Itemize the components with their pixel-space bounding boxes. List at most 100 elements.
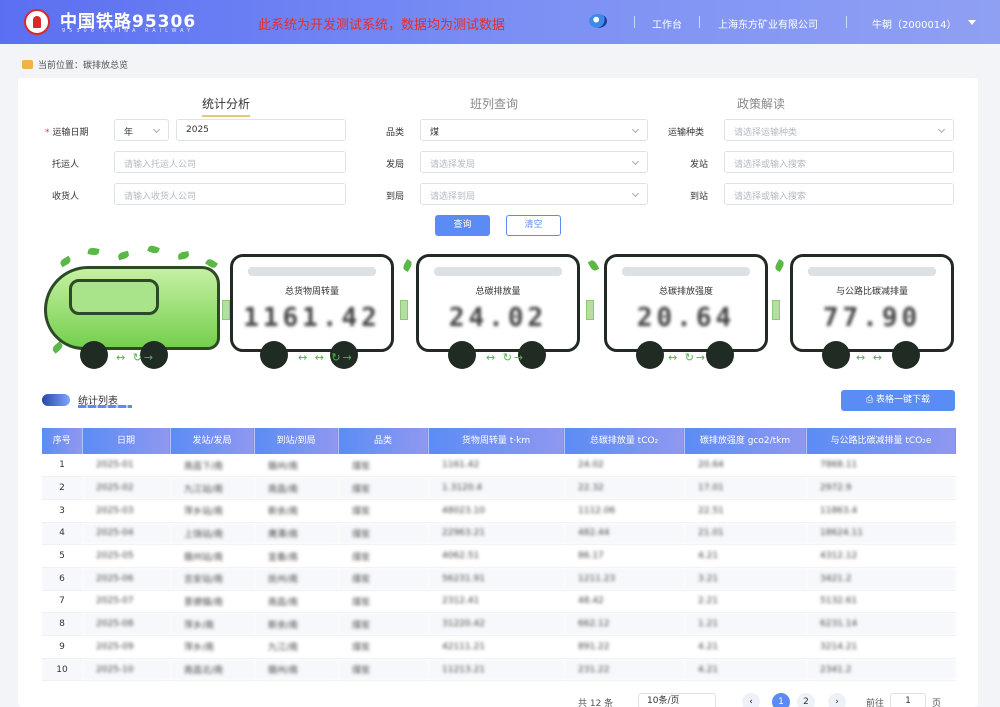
table-cell: 赣州/南 — [254, 454, 338, 478]
leaf-icon — [147, 244, 160, 255]
table-cell: 九江站/南 — [170, 476, 254, 500]
table-cell: 4312.12 — [806, 544, 956, 568]
chevron-down-icon[interactable] — [968, 20, 976, 25]
table-cell: 1.3120.4 — [428, 476, 564, 500]
header-divider — [846, 16, 847, 28]
prev-page-button[interactable]: ‹ — [742, 693, 760, 707]
page-button[interactable]: 1 — [772, 693, 790, 707]
from-station-input[interactable]: 请选择或输入搜索 — [724, 151, 954, 173]
table-cell: 新余/南 — [254, 612, 338, 636]
table-cell: 48023.10 — [428, 499, 564, 523]
locomotive — [44, 266, 220, 350]
to-station-label: 到站 — [690, 192, 709, 202]
to-station-input[interactable]: 请选择或输入搜索 — [724, 183, 954, 205]
table-cell: 8 — [42, 612, 82, 636]
to-bureau-select[interactable]: 请选择到局 — [420, 183, 648, 205]
column-header: 发站/发局 — [170, 428, 255, 454]
track-arrows-icon: ↔ ↻→ — [486, 351, 526, 364]
transport-type-select[interactable]: 请选择运输种类 — [724, 119, 954, 141]
stat-value: 24.02 — [448, 303, 548, 333]
stat-title: 总碳排放强度 — [658, 287, 713, 297]
column-header: 到站/到局 — [254, 428, 339, 454]
consignee-input[interactable]: 请输入收货人公司 — [114, 183, 346, 205]
next-page-button[interactable]: › — [828, 693, 846, 707]
table-cell: 24.02 — [564, 454, 684, 478]
breadcrumb: 当前位置：碳排放总览 — [22, 58, 128, 71]
table-cell: 吉安站/南 — [170, 567, 254, 591]
table-cell: 煤炭 — [338, 658, 428, 682]
table-cell: 煤炭 — [338, 612, 428, 636]
table-cell: 九江/南 — [254, 635, 338, 659]
table-row[interactable]: 3 2025-03 萍乡站/南 新余/南 煤炭 48023.10 1112.06 22.51 1… — [42, 499, 956, 523]
table-row[interactable]: 5 2025-05 赣州站/南 宜春/南 煤炭 4062.51 86.17 4.21 4312.… — [42, 544, 956, 568]
company-link[interactable]: 上海东方矿业有限公司 — [718, 16, 818, 31]
date-unit-select[interactable]: 年 — [114, 119, 169, 141]
tab-train-query[interactable]: 班列查询 — [470, 95, 518, 112]
table-row[interactable]: 1 2025-01 南昌下/南 赣州/南 煤炭 1161.42 24.02 20.64 7868… — [42, 454, 956, 478]
table-cell: 6231.14 — [806, 612, 956, 636]
table-cell: 2025-02 — [82, 476, 170, 500]
globe-icon — [589, 14, 607, 28]
table-cell: 南昌下/南 — [170, 454, 254, 478]
column-header: 总碳排放量 tCO₂ — [564, 428, 685, 454]
column-header: 与公路比碳减排量 tCO₂e — [806, 428, 957, 454]
breadcrumb-label: 当前位置： — [38, 61, 84, 71]
table-cell: 上饶站/南 — [170, 522, 254, 546]
home-icon — [22, 60, 33, 69]
stat-value: 1161.42 — [243, 303, 381, 333]
table-row[interactable]: 9 2025-09 萍乡/南 九江/南 煤炭 42111.21 891.22 4.21 3214… — [42, 635, 956, 659]
consignor-input[interactable]: 请输入托运人公司 — [114, 151, 346, 173]
table-cell: 1161.42 — [428, 454, 564, 478]
locomotive-window — [69, 279, 159, 315]
breadcrumb-current: 碳排放总览 — [83, 61, 129, 71]
table-cell: 2312.41 — [428, 590, 564, 614]
user-menu[interactable]: 牛朝（2000014） — [872, 16, 957, 31]
table-cell: 3421.2 — [806, 567, 956, 591]
table-cell: 抚州/南 — [254, 567, 338, 591]
table-cell: 11863.4 — [806, 499, 956, 523]
table-row[interactable]: 10 2025-10 南昌北/南 赣州/南 煤炭 11213.21 231.22 4.21 23… — [42, 658, 956, 682]
table-cell: 赣州站/南 — [170, 544, 254, 568]
page-size-select[interactable]: 10条/页 — [638, 693, 716, 707]
year-picker[interactable]: 2025 — [176, 119, 346, 141]
table-cell: 2025-06 — [82, 567, 170, 591]
table-row[interactable]: 6 2025-06 吉安站/南 抚州/南 煤炭 56231.91 1211.23 3.21 34… — [42, 567, 956, 591]
stat-title: 总碳排放量 — [475, 287, 521, 297]
download-table-button[interactable]: ⎙ 表格一键下载 — [841, 390, 955, 411]
from-station-label: 发站 — [690, 160, 709, 170]
goto-page-input[interactable]: 1 — [890, 693, 926, 707]
table-row[interactable]: 4 2025-04 上饶站/南 鹰潭/南 煤炭 22963.21 482.44 21.01 18… — [42, 522, 956, 546]
header-divider — [634, 16, 635, 28]
workbench-link[interactable]: 工作台 — [652, 16, 682, 31]
table-cell: 煤炭 — [338, 454, 428, 478]
table-cell: 2025-08 — [82, 612, 170, 636]
table-row[interactable]: 7 2025-07 景德镇/南 南昌/南 煤炭 2312.41 48.42 2.21 5132.… — [42, 590, 956, 614]
page-button[interactable]: 2 — [797, 693, 815, 707]
section-underline — [78, 405, 132, 408]
table-cell: 22.32 — [564, 476, 684, 500]
track-arrows-icon: ↔ ↔ — [856, 351, 884, 364]
table-cell: 南昌/南 — [254, 590, 338, 614]
table-cell: 鹰潭/南 — [254, 522, 338, 546]
coupler — [400, 300, 408, 320]
table-row[interactable]: 8 2025-08 萍乡/南 新余/南 煤炭 31220.42 662.12 1.21 6231… — [42, 612, 956, 636]
clear-button[interactable]: 清空 — [506, 215, 561, 236]
table-row[interactable]: 2 2025-02 九江站/南 南昌/南 煤炭 1.3120.4 22.32 17.01 297… — [42, 476, 956, 500]
railway-logo-icon — [24, 9, 50, 35]
query-button[interactable]: 查询 — [435, 215, 490, 236]
table-cell: 891.22 — [564, 635, 684, 659]
leaf-icon — [587, 258, 600, 273]
tab-policy[interactable]: 政策解读 — [737, 95, 785, 112]
test-system-banner: 此系统为开发测试系统，数据均为测试数据 — [258, 18, 506, 33]
table-cell: 2025-04 — [82, 522, 170, 546]
table-cell: 5 — [42, 544, 82, 568]
stat-title: 与公路比碳减排量 — [835, 287, 908, 297]
table-cell: 景德镇/南 — [170, 590, 254, 614]
category-select[interactable]: 煤 — [420, 119, 648, 141]
table-cell: 7868.11 — [806, 454, 956, 478]
statistics-table: 序号 日期 发站/发局 到站/到局 品类 货物周转量 t·km 总碳排放量 tCO₂ 碳排放强… — [42, 428, 957, 682]
tab-statistics[interactable]: 统计分析 — [202, 95, 251, 117]
wheel — [448, 341, 476, 369]
from-bureau-select[interactable]: 请选择发局 — [420, 151, 648, 173]
leaf-icon — [177, 251, 190, 260]
